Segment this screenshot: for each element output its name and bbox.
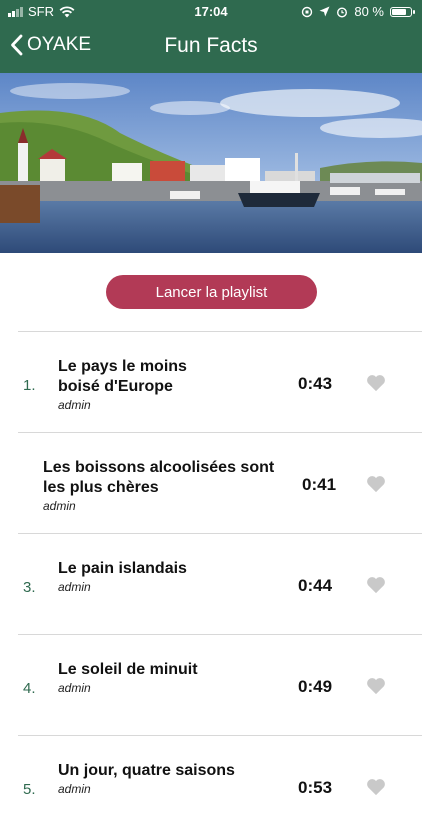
back-label: OYAKE	[27, 34, 92, 55]
hero-image	[0, 73, 422, 253]
play-playlist-button[interactable]: Lancer la playlist	[106, 275, 317, 309]
track-duration: 0:53	[298, 778, 333, 797]
track-info: Le pain islandais admin	[58, 559, 268, 594]
track-author: admin	[58, 580, 91, 594]
orientation-lock-icon	[302, 6, 313, 17]
track-row[interactable]: 3. Le pain islandais admin 0:44	[18, 533, 422, 634]
track-title-line: Le pays le moins	[58, 358, 187, 375]
favorite-heart-icon[interactable]	[366, 374, 386, 392]
nav-bar: OYAKE Fun Facts	[0, 28, 422, 68]
back-button[interactable]: OYAKE	[10, 34, 91, 56]
track-number: 3.	[23, 579, 36, 596]
track-duration: 0:44	[298, 576, 333, 595]
track-list: 1. Le pays le moins boisé d'Europe admin…	[18, 331, 422, 836]
track-row[interactable]: Les boissons alcoolisées sont les plus c…	[18, 432, 422, 533]
track-info: Le soleil de minuit admin	[58, 660, 268, 695]
track-duration: 0:41	[302, 475, 337, 494]
track-info: Les boissons alcoolisées sont les plus c…	[43, 458, 303, 513]
track-title-line: Un jour, quatre saisons	[58, 762, 235, 779]
track-author: admin	[58, 681, 91, 695]
favorite-heart-icon[interactable]	[366, 778, 386, 796]
track-number: 5.	[23, 781, 36, 798]
status-right: 80 %	[301, 4, 415, 19]
track-info: Un jour, quatre saisons admin	[58, 761, 268, 796]
battery-icon	[390, 6, 415, 17]
track-title-line: Le pain islandais	[58, 560, 187, 577]
location-icon	[319, 6, 330, 17]
track-duration: 0:49	[298, 677, 333, 696]
track-number: 1.	[23, 377, 36, 394]
track-row[interactable]: 1. Le pays le moins boisé d'Europe admin…	[18, 331, 422, 432]
battery-fill	[392, 8, 406, 15]
track-author: admin	[43, 499, 76, 513]
track-author: admin	[58, 782, 91, 796]
app-header: SFR 17:04 80 % OYAKE Fun Facts	[0, 0, 422, 73]
chevron-left-icon	[11, 34, 23, 56]
track-row[interactable]: 5. Un jour, quatre saisons admin 0:53	[18, 735, 422, 836]
track-title-line: Le soleil de minuit	[58, 661, 198, 678]
battery-percent: 80 %	[354, 4, 384, 19]
track-row[interactable]: 4. Le soleil de minuit admin 0:49	[18, 634, 422, 735]
favorite-heart-icon[interactable]	[366, 576, 386, 594]
status-bar: SFR 17:04 80 %	[0, 0, 422, 24]
track-author: admin	[58, 398, 91, 412]
track-title-line: les plus chères	[43, 479, 159, 496]
track-duration: 0:43	[298, 374, 333, 393]
alarm-icon	[337, 6, 348, 18]
track-title-line: Les boissons alcoolisées sont	[43, 459, 275, 476]
track-info: Le pays le moins boisé d'Europe admin	[58, 357, 268, 412]
favorite-heart-icon[interactable]	[366, 677, 386, 695]
track-number: 4.	[23, 680, 36, 697]
favorite-heart-icon[interactable]	[366, 475, 386, 493]
track-title-line: boisé d'Europe	[58, 378, 173, 395]
